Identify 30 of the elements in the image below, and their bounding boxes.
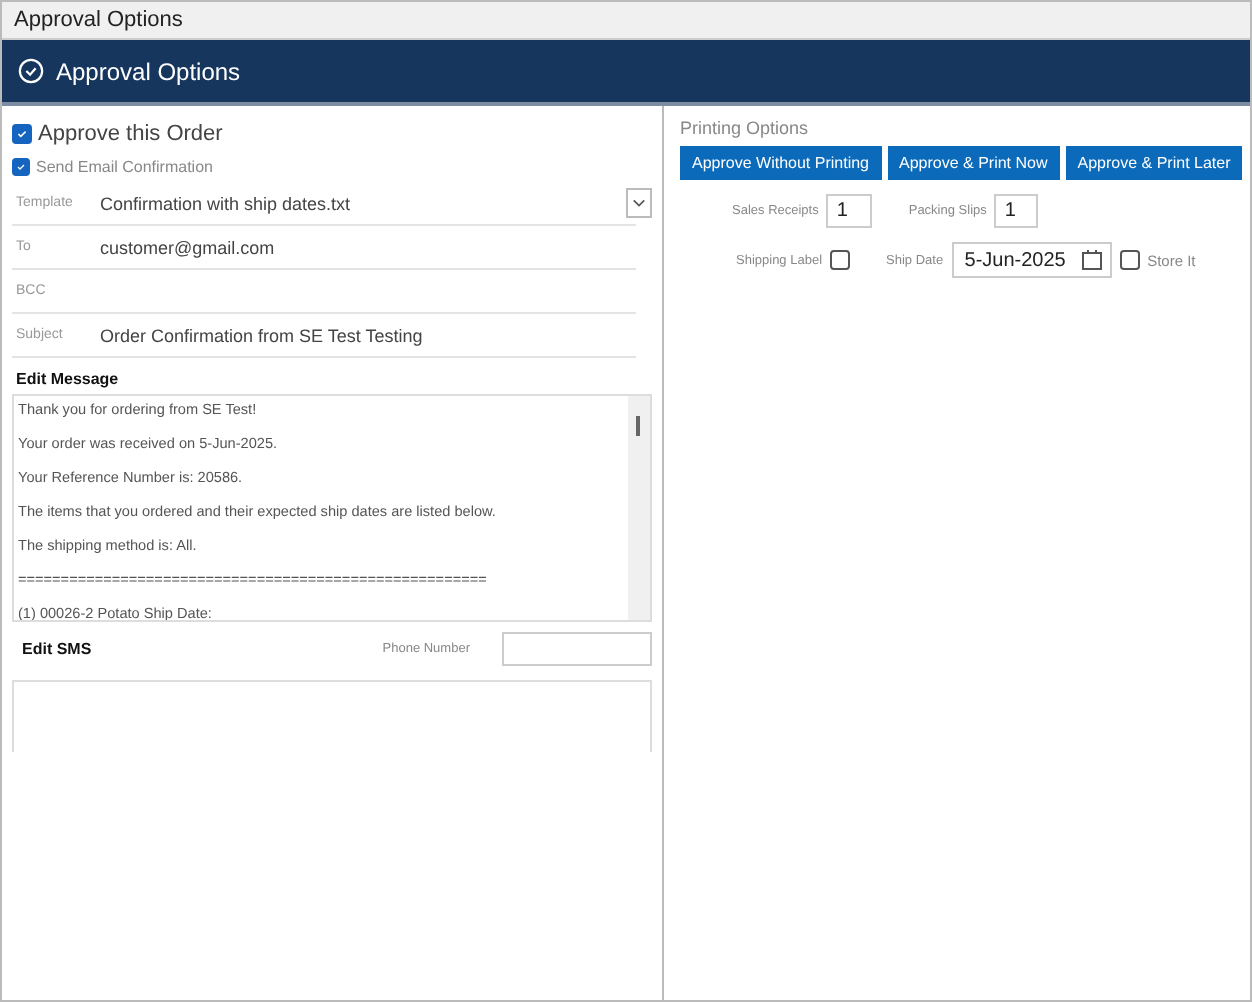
approve-button[interactable]: Approve Without Printing xyxy=(680,146,881,180)
checkbox-label: Send Email Confirmation xyxy=(36,158,213,176)
phone-field[interactable] xyxy=(502,632,652,666)
window-title: Approval Options xyxy=(2,2,1250,40)
checkbox[interactable] xyxy=(12,158,30,176)
field-value[interactable]: customer@gmail.com xyxy=(100,237,636,257)
checkbox[interactable] xyxy=(12,124,32,144)
checkmark-icon xyxy=(16,162,26,172)
check-circle-icon xyxy=(18,58,44,84)
approve-button[interactable]: Approve & Print Now xyxy=(887,146,1060,180)
sms-field[interactable] xyxy=(12,680,652,752)
checkmark-icon xyxy=(16,128,28,140)
section-heading: Edit Message xyxy=(14,368,121,392)
ship-date-field[interactable]: 5-Jun-2025 xyxy=(951,242,1112,278)
approve-button[interactable]: Approve & Print Later xyxy=(1065,146,1243,180)
section-heading: Edit SMS xyxy=(20,640,94,658)
field-value[interactable]: Order Confirmation from SE Test Testing xyxy=(100,325,636,345)
sales-receipts-field[interactable]: 1 xyxy=(826,194,873,228)
checkbox[interactable] xyxy=(830,250,851,270)
chevron-down-icon xyxy=(632,198,646,208)
section-heading: Printing Options xyxy=(680,118,811,138)
header-title: Approval Options xyxy=(56,57,241,85)
checkbox-label: Approve this Order xyxy=(38,122,223,146)
dropdown-button[interactable] xyxy=(626,188,652,218)
field-value[interactable]: Confirmation with ship dates.txt xyxy=(100,193,626,213)
checkbox[interactable] xyxy=(1119,250,1140,270)
scrollbar[interactable] xyxy=(628,396,650,620)
calendar-icon[interactable] xyxy=(1081,250,1102,270)
message-field[interactable] xyxy=(12,394,652,622)
packing-slips-field[interactable]: 1 xyxy=(994,194,1039,228)
